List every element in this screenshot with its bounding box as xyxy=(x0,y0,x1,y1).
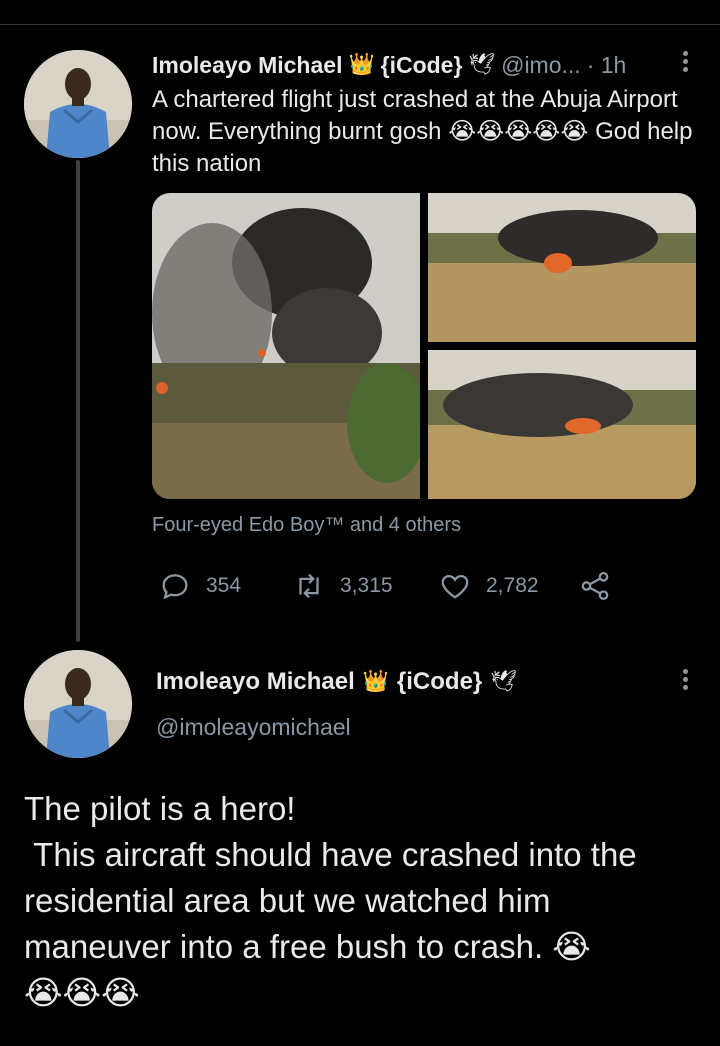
tweet-time: · 1h xyxy=(586,51,627,78)
share-button[interactable] xyxy=(578,566,612,606)
dove-icon: 🕊 xyxy=(490,670,517,693)
tweet-header: Imoleayo Michael 👑 {iCode} 🕊 @imo... · 1… xyxy=(152,48,680,82)
avatar[interactable] xyxy=(24,50,132,158)
author-handle[interactable]: @imo... xyxy=(501,52,581,79)
tweet-actions: 354 3,315 2,782 xyxy=(152,566,622,606)
author-name[interactable]: Imoleayo Michael xyxy=(156,668,355,696)
like-button[interactable]: 2,782 xyxy=(438,566,539,606)
like-count: 2,782 xyxy=(486,574,539,597)
avatar-photo xyxy=(24,50,132,158)
reply-icon xyxy=(162,574,188,600)
tweet-text: A chartered flight just crashed at the A… xyxy=(152,86,693,177)
crown-icon: 👑 xyxy=(348,53,375,76)
tagged-users[interactable]: Four-eyed Edo Boy™ and 4 others xyxy=(152,514,461,537)
crash-photo xyxy=(152,193,420,499)
author-name[interactable]: Imoleayo Michael xyxy=(152,52,342,79)
tweet-text: The pilot is a hero! This aircraft shoul… xyxy=(24,790,637,1011)
media-photo[interactable] xyxy=(428,193,696,342)
heart-icon xyxy=(441,574,469,599)
more-vertical-icon[interactable] xyxy=(680,666,690,698)
top-divider xyxy=(0,24,720,25)
crown-icon: 👑 xyxy=(362,670,389,693)
thread-connector-line xyxy=(76,160,80,642)
retweet-icon xyxy=(299,573,319,599)
crash-photo xyxy=(428,350,696,499)
crash-photo xyxy=(428,193,696,342)
media-photo[interactable] xyxy=(152,193,420,499)
author-name-suffix[interactable]: {iCode} xyxy=(381,52,463,79)
dove-icon: 🕊 xyxy=(468,53,496,76)
reply-count: 354 xyxy=(206,574,242,597)
media-grid[interactable] xyxy=(152,193,696,499)
more-vertical-icon[interactable] xyxy=(680,48,690,80)
avatar[interactable] xyxy=(24,650,132,758)
avatar-photo xyxy=(24,650,132,758)
retweet-button[interactable]: 3,315 xyxy=(292,566,393,606)
reply-button[interactable]: 354 xyxy=(158,566,241,606)
retweet-count: 3,315 xyxy=(340,574,393,597)
media-photo[interactable] xyxy=(428,350,696,499)
author-name-suffix[interactable]: {iCode} xyxy=(397,668,482,696)
author-handle[interactable]: @imoleayomichael xyxy=(156,714,351,741)
tweet-header: Imoleayo Michael 👑 {iCode} 🕊 xyxy=(156,664,517,700)
share-icon xyxy=(581,571,609,601)
